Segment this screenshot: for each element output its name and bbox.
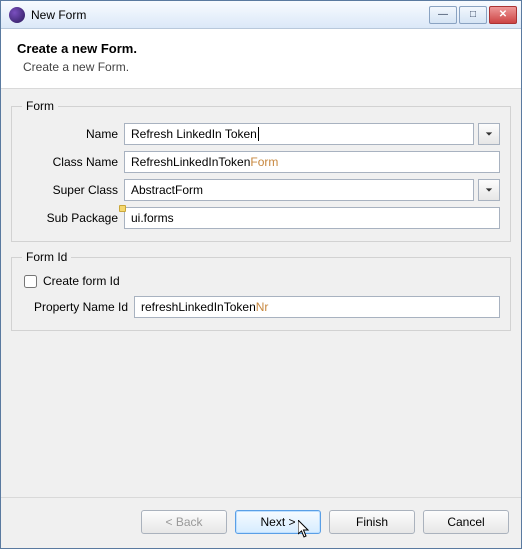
property-name-id-label: Property Name Id — [22, 300, 134, 314]
next-button[interactable]: Next > — [235, 510, 321, 534]
super-class-input[interactable]: AbstractForm — [124, 179, 474, 201]
warning-decorator-icon — [119, 205, 126, 212]
class-name-input[interactable]: RefreshLinkedInTokenForm — [124, 151, 500, 173]
super-class-label: Super Class — [22, 183, 124, 197]
close-button[interactable]: ✕ — [489, 6, 517, 24]
minimize-button[interactable]: — — [429, 6, 457, 24]
sub-package-label: Sub Package — [22, 211, 124, 225]
back-button: < Back — [141, 510, 227, 534]
cancel-button[interactable]: Cancel — [423, 510, 509, 534]
name-dropdown-button[interactable] — [478, 123, 500, 145]
create-form-id-checkbox[interactable] — [24, 275, 37, 288]
property-name-id-input[interactable]: refreshLinkedInTokenNr — [134, 296, 500, 318]
maximize-button[interactable]: □ — [459, 6, 487, 24]
dialog-window: New Form — □ ✕ Create a new Form. Create… — [0, 0, 522, 549]
form-id-group-legend: Form Id — [22, 250, 71, 264]
name-input[interactable]: Refresh LinkedIn Token — [124, 123, 474, 145]
create-form-id-label: Create form Id — [43, 274, 120, 288]
header-description: Create a new Form. — [17, 60, 505, 74]
form-id-group: Form Id Create form Id Property Name Id … — [11, 250, 511, 331]
eclipse-icon — [9, 7, 25, 23]
form-group-legend: Form — [22, 99, 58, 113]
name-label: Name — [22, 127, 124, 141]
dialog-content: Form Name Refresh LinkedIn Token Class N… — [1, 89, 521, 497]
mouse-cursor-icon — [298, 520, 312, 538]
form-group: Form Name Refresh LinkedIn Token Class N… — [11, 99, 511, 242]
header-title: Create a new Form. — [17, 41, 505, 56]
class-name-label: Class Name — [22, 155, 124, 169]
finish-button[interactable]: Finish — [329, 510, 415, 534]
dialog-header: Create a new Form. Create a new Form. — [1, 29, 521, 89]
super-class-dropdown-button[interactable] — [478, 179, 500, 201]
window-title: New Form — [31, 8, 429, 22]
sub-package-input[interactable]: ui.forms — [124, 207, 500, 229]
titlebar: New Form — □ ✕ — [1, 1, 521, 29]
dialog-footer: < Back Next > Finish Cancel — [1, 497, 521, 548]
